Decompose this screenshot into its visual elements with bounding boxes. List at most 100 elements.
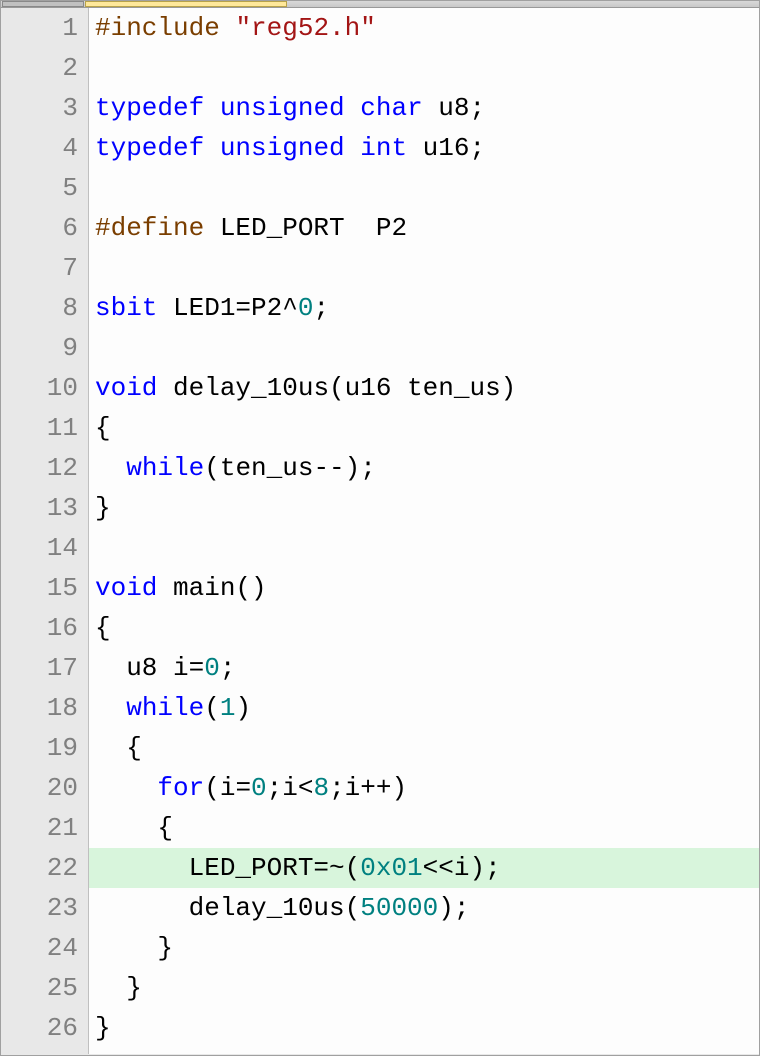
token-kw: typedef	[95, 133, 204, 163]
token-id: }	[95, 493, 111, 523]
token-num: 8	[313, 773, 329, 803]
line-number: 1	[1, 8, 80, 48]
code-line[interactable]: delay_10us(50000);	[89, 888, 759, 928]
line-number: 23	[1, 888, 80, 928]
token-pp: #include	[95, 13, 235, 43]
code-line[interactable]: sbit LED1=P2^0;	[89, 288, 759, 328]
tab-bar[interactable]	[1, 1, 759, 8]
code-line[interactable]: }	[89, 968, 759, 1008]
code-line[interactable]: }	[89, 928, 759, 968]
token-id: )	[235, 693, 251, 723]
code-line[interactable]: while(ten_us--);	[89, 448, 759, 488]
line-number: 25	[1, 968, 80, 1008]
line-number: 10	[1, 368, 80, 408]
token-id: main()	[157, 573, 266, 603]
token-num: 0x01	[360, 853, 422, 883]
code-line[interactable]: {	[89, 808, 759, 848]
code-line[interactable]	[89, 168, 759, 208]
token-id	[345, 93, 361, 123]
line-number: 20	[1, 768, 80, 808]
code-line[interactable]: {	[89, 408, 759, 448]
token-kw: sbit	[95, 293, 157, 323]
code-line[interactable]: #define LED_PORT P2	[89, 208, 759, 248]
token-id: LED_PORT=~(	[95, 853, 360, 883]
line-number: 12	[1, 448, 80, 488]
line-number: 3	[1, 88, 80, 128]
code-line[interactable]	[89, 328, 759, 368]
line-number: 16	[1, 608, 80, 648]
token-kw: unsigned	[220, 93, 345, 123]
token-id	[95, 693, 126, 723]
token-id	[345, 133, 361, 163]
code-line[interactable]: LED_PORT=~(0x01<<i);	[89, 848, 759, 888]
line-number: 26	[1, 1008, 80, 1048]
code-area[interactable]: #include "reg52.h" typedef unsigned char …	[89, 8, 759, 1054]
token-kw: unsigned	[220, 133, 345, 163]
code-line[interactable]	[89, 528, 759, 568]
code-line[interactable]: typedef unsigned int u16;	[89, 128, 759, 168]
token-id: ;i++)	[329, 773, 407, 803]
token-kw: for	[157, 773, 204, 803]
line-number: 9	[1, 328, 80, 368]
line-number: 17	[1, 648, 80, 688]
line-number: 19	[1, 728, 80, 768]
line-number: 2	[1, 48, 80, 88]
token-kw: int	[360, 133, 407, 163]
line-number: 11	[1, 408, 80, 448]
token-num: 0	[204, 653, 220, 683]
code-editor: 1234567891011121314151617181920212223242…	[1, 8, 759, 1054]
token-id: }	[95, 973, 142, 1003]
token-id: delay_10us(	[95, 893, 360, 923]
token-id: }	[95, 933, 173, 963]
token-id: u16;	[407, 133, 485, 163]
code-line[interactable]: }	[89, 488, 759, 528]
token-num: 50000	[360, 893, 438, 923]
token-id: delay_10us(u16 ten_us)	[157, 373, 516, 403]
code-line[interactable]: u8 i=0;	[89, 648, 759, 688]
token-id	[95, 453, 126, 483]
code-line[interactable]: {	[89, 608, 759, 648]
line-number: 13	[1, 488, 80, 528]
code-line[interactable]: for(i=0;i<8;i++)	[89, 768, 759, 808]
token-id: u8 i=	[95, 653, 204, 683]
token-id: u8;	[423, 93, 485, 123]
line-number: 7	[1, 248, 80, 288]
code-line[interactable]: while(1)	[89, 688, 759, 728]
token-id: }	[95, 1013, 111, 1043]
token-id: {	[95, 733, 142, 763]
code-line[interactable]: }	[89, 1008, 759, 1048]
line-number: 8	[1, 288, 80, 328]
token-str: "reg52.h"	[235, 13, 375, 43]
code-line[interactable]: typedef unsigned char u8;	[89, 88, 759, 128]
token-kw: char	[360, 93, 422, 123]
line-number: 24	[1, 928, 80, 968]
token-kw: typedef	[95, 93, 204, 123]
token-id: LED1=P2^	[157, 293, 297, 323]
line-number: 14	[1, 528, 80, 568]
code-line[interactable]: void delay_10us(u16 ten_us)	[89, 368, 759, 408]
line-number: 22	[1, 848, 80, 888]
token-num: 0	[298, 293, 314, 323]
token-id: (i=	[204, 773, 251, 803]
token-id: LED_PORT P2	[204, 213, 407, 243]
line-number: 5	[1, 168, 80, 208]
code-line[interactable]: void main()	[89, 568, 759, 608]
token-pp: #define	[95, 213, 204, 243]
code-line[interactable]: {	[89, 728, 759, 768]
token-id: ;i<	[267, 773, 314, 803]
token-id: {	[95, 613, 111, 643]
token-num: 0	[251, 773, 267, 803]
code-line[interactable]: #include "reg52.h"	[89, 8, 759, 48]
token-id: <<i);	[423, 853, 501, 883]
code-line[interactable]	[89, 48, 759, 88]
token-id: (ten_us--);	[204, 453, 376, 483]
token-id: );	[438, 893, 469, 923]
code-line[interactable]	[89, 248, 759, 288]
line-number-gutter: 1234567891011121314151617181920212223242…	[1, 8, 89, 1054]
token-id: {	[95, 413, 111, 443]
line-number: 21	[1, 808, 80, 848]
token-id: ;	[220, 653, 236, 683]
line-number: 4	[1, 128, 80, 168]
token-kw: while	[126, 693, 204, 723]
line-number: 15	[1, 568, 80, 608]
